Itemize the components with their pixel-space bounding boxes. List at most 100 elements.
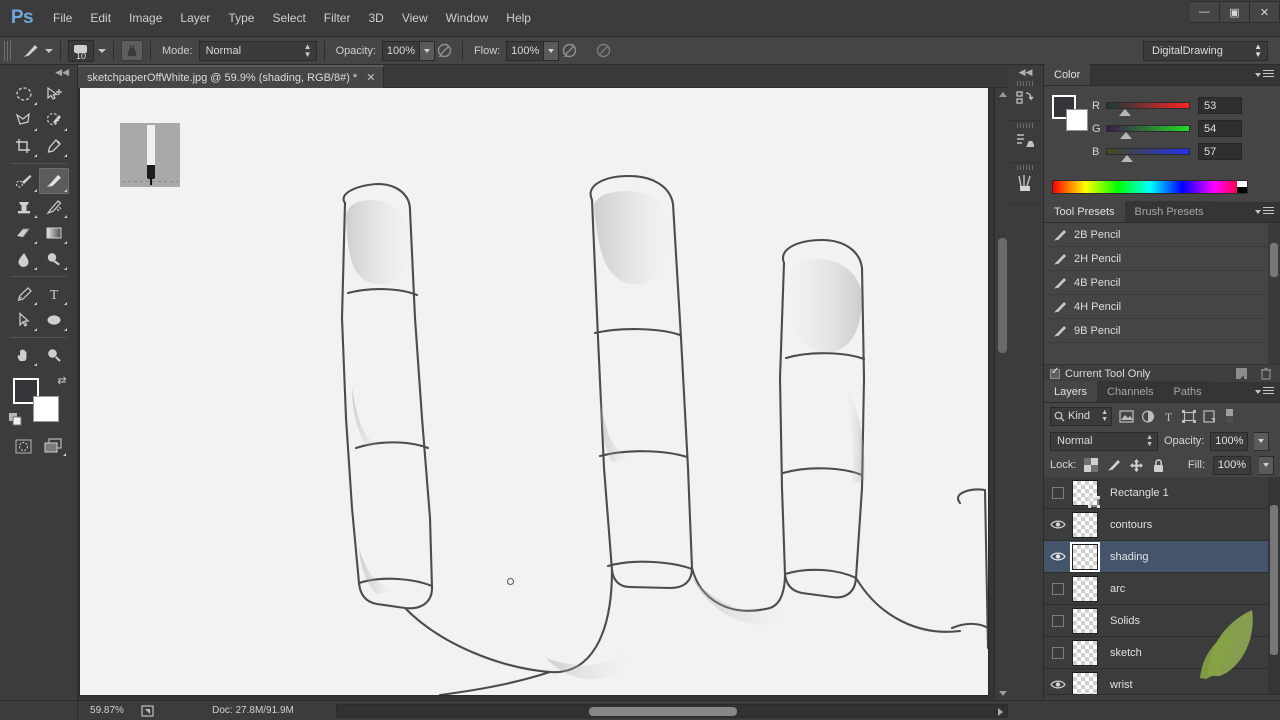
table-row[interactable]: Rectangle 1: [1044, 477, 1280, 509]
tab-tool-presets[interactable]: Tool Presets: [1044, 201, 1125, 222]
current-tool-only-checkbox[interactable]: [1050, 366, 1060, 379]
color-spectrum-ramp[interactable]: [1052, 180, 1248, 194]
brush-tool[interactable]: [38, 168, 69, 194]
brush-size-chevron-icon[interactable]: [98, 48, 106, 53]
tool-presets-scrollbar[interactable]: [1268, 223, 1280, 364]
menu-image[interactable]: Image: [120, 7, 171, 29]
menu-view[interactable]: View: [393, 7, 437, 29]
blue-value[interactable]: 57: [1198, 143, 1242, 160]
tab-paths[interactable]: Paths: [1163, 381, 1212, 402]
layer-visibility-toggle[interactable]: [1044, 519, 1072, 530]
tools-collapse-icon[interactable]: ◀◀: [0, 65, 77, 79]
marquee-tool[interactable]: [9, 81, 39, 107]
gradient-tool[interactable]: [39, 220, 69, 246]
layers-panel-menu-icon[interactable]: [1255, 387, 1274, 396]
table-row[interactable]: Solids: [1044, 605, 1280, 637]
options-bar-grip[interactable]: [4, 40, 11, 61]
scroll-up-icon[interactable]: [999, 92, 1007, 97]
vertical-scroll-thumb[interactable]: [998, 238, 1007, 353]
layer-thumbnail[interactable]: [1072, 479, 1100, 508]
layer-visibility-toggle[interactable]: [1044, 582, 1072, 595]
maximize-button[interactable]: ▣: [1220, 1, 1250, 23]
tool-preset-item[interactable]: 2H Pencil: [1044, 247, 1280, 271]
menu-window[interactable]: Window: [437, 7, 498, 29]
opacity-dropdown-button[interactable]: [419, 40, 435, 61]
table-row[interactable]: arc: [1044, 573, 1280, 605]
table-row[interactable]: sketch: [1044, 637, 1280, 669]
move-tool[interactable]: [39, 81, 69, 107]
blend-mode-select[interactable]: Normal ▲ ▼: [198, 40, 317, 61]
horizontal-scroll-thumb[interactable]: [589, 707, 737, 716]
canvas-area[interactable]: [78, 88, 1008, 700]
brush-panel-button[interactable]: [1008, 163, 1042, 205]
tab-layers[interactable]: Layers: [1044, 381, 1098, 402]
history-brush-tool[interactable]: [39, 194, 69, 220]
opacity-field[interactable]: 100%: [381, 40, 420, 61]
tool-preset-item[interactable]: 4H Pencil: [1044, 295, 1280, 319]
document-tab[interactable]: sketchpaperOffWhite.jpg @ 59.9% (shading…: [78, 65, 385, 88]
menu-help[interactable]: Help: [497, 7, 540, 29]
menu-layer[interactable]: Layer: [171, 7, 219, 29]
tool-preset-item[interactable]: 2B Pencil: [1044, 223, 1280, 247]
close-document-icon[interactable]: ✕: [366, 71, 375, 84]
airbrush-toggle-icon[interactable]: [559, 41, 579, 61]
blur-tool[interactable]: [9, 246, 39, 272]
history-panel-button[interactable]: [1008, 79, 1042, 121]
swap-colors-icon[interactable]: ⇄: [57, 374, 66, 387]
red-slider[interactable]: [1106, 102, 1190, 116]
layer-visibility-toggle[interactable]: [1044, 614, 1072, 627]
minimize-button[interactable]: —: [1190, 1, 1220, 23]
color-background-swatch[interactable]: [1066, 109, 1088, 131]
red-value[interactable]: 53: [1198, 97, 1242, 114]
brush-tool-icon[interactable]: [17, 40, 45, 62]
lasso-tool[interactable]: [9, 107, 39, 133]
blue-slider-thumb[interactable]: [1121, 155, 1133, 162]
zoom-level[interactable]: 59.87%: [78, 705, 136, 716]
menu-select[interactable]: Select: [263, 7, 314, 29]
quick-mask-icon[interactable]: [9, 434, 39, 458]
clone-stamp-tool[interactable]: [9, 194, 39, 220]
default-colors-icon[interactable]: [8, 413, 22, 426]
tablet-pressure-icon[interactable]: [593, 41, 613, 61]
table-row[interactable]: shading: [1044, 541, 1280, 573]
filter-shape-icon[interactable]: [1182, 409, 1196, 423]
dodge-tool[interactable]: [39, 246, 69, 272]
layer-visibility-toggle[interactable]: [1044, 679, 1072, 690]
menu-3d[interactable]: 3D: [359, 7, 392, 29]
layer-thumbnail[interactable]: [1072, 543, 1098, 570]
brush-preset-chevron-icon[interactable]: [45, 48, 53, 53]
tab-brush-presets[interactable]: Brush Presets: [1124, 201, 1214, 222]
document-canvas[interactable]: [80, 88, 988, 695]
tab-color[interactable]: Color: [1044, 64, 1091, 85]
tab-channels[interactable]: Channels: [1097, 381, 1164, 402]
brush-size-field[interactable]: 10: [68, 39, 94, 62]
layer-filter-kind-select[interactable]: Kind ▲ ▼: [1050, 406, 1112, 426]
document-info-icon[interactable]: [136, 704, 158, 717]
crop-tool[interactable]: [9, 133, 39, 159]
path-selection-tool[interactable]: [9, 307, 39, 333]
color-panel-menu-icon[interactable]: [1255, 70, 1274, 79]
layer-opacity-dropdown-button[interactable]: [1254, 431, 1270, 451]
layer-visibility-toggle[interactable]: [1044, 486, 1072, 499]
hand-tool[interactable]: [9, 342, 39, 368]
layer-blend-mode-select[interactable]: Normal ▲ ▼: [1050, 431, 1158, 451]
scroll-down-icon[interactable]: [999, 691, 1007, 696]
tool-presets-menu-icon[interactable]: [1255, 207, 1274, 216]
canvas-vertical-scrollbar[interactable]: [994, 88, 1008, 700]
layer-thumbnail[interactable]: [1072, 511, 1098, 538]
lock-image-pixels-icon[interactable]: [1106, 458, 1121, 472]
close-button[interactable]: ✕: [1250, 1, 1280, 23]
filter-toggle-icon[interactable]: [1224, 408, 1235, 424]
filter-adjustment-icon[interactable]: [1141, 409, 1155, 423]
lock-position-icon[interactable]: [1129, 458, 1144, 473]
red-slider-thumb[interactable]: [1119, 109, 1131, 116]
filter-pixel-icon[interactable]: [1119, 409, 1134, 423]
menu-filter[interactable]: Filter: [315, 7, 360, 29]
canvas-horizontal-scrollbar[interactable]: [336, 704, 1008, 718]
menu-edit[interactable]: Edit: [81, 7, 120, 29]
layers-scrollbar[interactable]: [1268, 477, 1280, 700]
workspace-select[interactable]: DigitalDrawing ▲ ▼: [1143, 40, 1268, 61]
layer-thumbnail[interactable]: [1072, 607, 1098, 634]
green-slider[interactable]: [1106, 125, 1190, 139]
layer-thumbnail[interactable]: [1072, 575, 1098, 602]
